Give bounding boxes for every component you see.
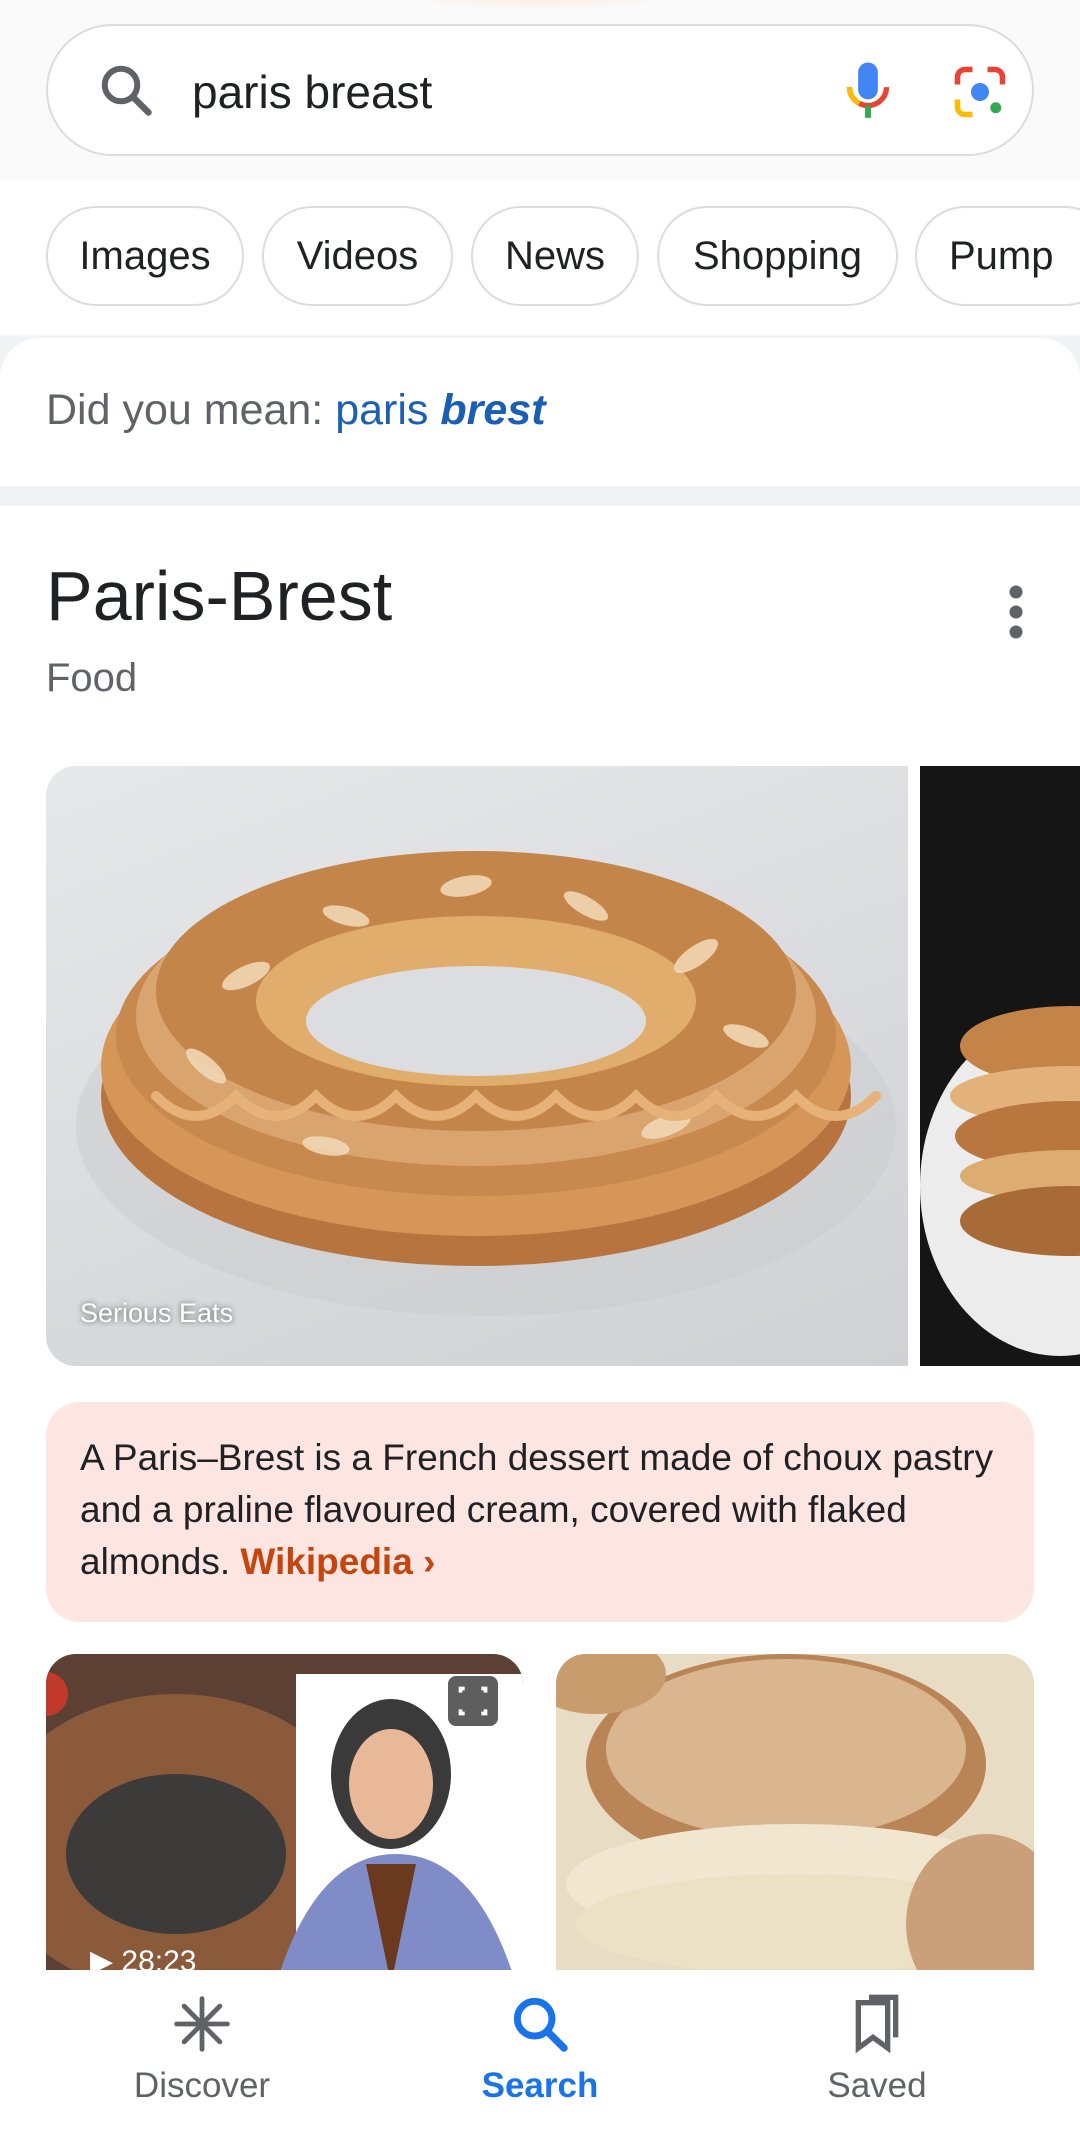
search-bar[interactable]: paris breast xyxy=(46,24,1034,156)
did-you-mean-link[interactable]: paris brest xyxy=(335,386,545,434)
knowledge-panel: Paris-Brest Food Serious Eats A Paris–Br… xyxy=(0,506,1080,1984)
kp-secondary-image[interactable] xyxy=(920,766,1080,1366)
more-options-icon[interactable] xyxy=(996,582,1036,642)
paris-brest-illustration xyxy=(76,851,896,1316)
search-header: paris breast xyxy=(0,0,1080,180)
nav-discover-label: Discover xyxy=(133,2066,271,2105)
nav-search-label: Search xyxy=(481,2066,599,2105)
kp-main-image[interactable]: Serious Eats xyxy=(46,766,908,1366)
mic-icon[interactable] xyxy=(838,60,898,124)
search-nav-icon xyxy=(513,1997,568,2052)
image-thumbnail[interactable] xyxy=(556,1654,1034,1984)
wikipedia-link[interactable]: Wikipedia › xyxy=(240,1541,435,1582)
description-text: A Paris–Brest is a French dessert made o… xyxy=(80,1437,994,1582)
nav-discover[interactable]: Discover xyxy=(82,1992,322,2122)
did-you-mean-prefix: Did you mean: xyxy=(46,386,324,434)
discover-icon xyxy=(174,1996,230,2052)
kp-description: A Paris–Brest is a French dessert made o… xyxy=(46,1402,1034,1622)
search-icon[interactable] xyxy=(96,60,156,120)
filter-chips: Images Videos News Shopping Pump xyxy=(0,180,1080,335)
nav-saved-label: Saved xyxy=(827,2066,927,2105)
bottom-nav: Discover Search Saved xyxy=(0,1970,1080,2145)
header-decoration xyxy=(370,0,710,10)
image-credit: Serious Eats xyxy=(80,1298,234,1328)
chip-news[interactable]: News xyxy=(471,206,639,306)
video-thumbnail[interactable]: ▶ 28:23 xyxy=(46,1654,523,1984)
did-you-mean-card: Did you mean: paris brest xyxy=(0,338,1080,486)
nav-search[interactable]: Search xyxy=(420,1992,660,2122)
chip-pump[interactable]: Pump xyxy=(915,206,1080,306)
kp-subtitle: Food xyxy=(46,656,138,700)
chip-shopping[interactable]: Shopping xyxy=(657,206,898,306)
search-input[interactable]: paris breast xyxy=(192,62,432,122)
bookmark-icon xyxy=(855,1994,899,2054)
lens-icon[interactable] xyxy=(950,62,1010,122)
expand-icon[interactable] xyxy=(448,1676,498,1726)
did-you-mean: Did you mean: paris brest xyxy=(46,386,546,435)
kp-title: Paris-Brest xyxy=(46,557,393,635)
chip-videos[interactable]: Videos xyxy=(262,206,453,306)
chip-images[interactable]: Images xyxy=(46,206,244,306)
nav-saved[interactable]: Saved xyxy=(757,1992,997,2122)
